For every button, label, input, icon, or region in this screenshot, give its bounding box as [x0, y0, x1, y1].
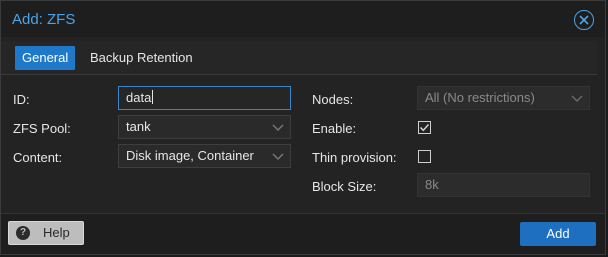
tab-general[interactable]: General — [15, 46, 76, 70]
chevron-down-icon — [571, 95, 583, 102]
id-input[interactable]: data — [118, 86, 291, 110]
dialog-footer: ? Help Add — [1, 213, 605, 254]
block-size-value: 8k — [425, 177, 439, 192]
help-button[interactable]: ? Help — [8, 221, 84, 245]
close-icon — [579, 15, 589, 25]
block-size-input[interactable]: 8k — [417, 173, 590, 197]
thin-provision-label: Thin provision: — [312, 150, 397, 165]
zfs-pool-label: ZFS Pool: — [13, 121, 71, 136]
chevron-down-icon — [272, 153, 284, 160]
nodes-label: Nodes: — [312, 92, 354, 107]
form-body: ID: data ZFS Pool: tank Content: Disk im… — [1, 75, 597, 213]
help-button-label: Help — [43, 225, 70, 240]
dialog-titlebar: Add: ZFS — [1, 1, 605, 37]
dialog-title: Add: ZFS — [12, 11, 76, 28]
add-button[interactable]: Add — [520, 222, 596, 246]
zfs-pool-value: tank — [126, 119, 151, 134]
nodes-value: All (No restrictions) — [425, 90, 535, 105]
tab-backup-retention[interactable]: Backup Retention — [83, 46, 200, 70]
zfs-pool-select[interactable]: tank — [118, 115, 291, 139]
chevron-down-icon — [272, 124, 284, 131]
tab-bar: General Backup Retention — [1, 41, 597, 75]
close-button[interactable] — [574, 10, 594, 30]
content-value: Disk image, Container — [126, 148, 254, 163]
block-size-label: Block Size: — [312, 179, 377, 194]
enable-label: Enable: — [312, 121, 357, 136]
content-select[interactable]: Disk image, Container — [118, 144, 291, 168]
text-caret — [152, 90, 154, 104]
add-zfs-dialog: Add: ZFS General Backup Retention ID: da… — [0, 0, 606, 255]
help-icon: ? — [16, 226, 30, 240]
checkmark-icon — [420, 124, 430, 132]
id-label: ID: — [13, 92, 30, 107]
id-input-value: data — [126, 90, 152, 105]
thin-provision-checkbox[interactable] — [418, 150, 431, 163]
nodes-select[interactable]: All (No restrictions) — [417, 86, 590, 110]
content-label: Content: — [13, 150, 63, 165]
enable-checkbox[interactable] — [418, 121, 431, 134]
